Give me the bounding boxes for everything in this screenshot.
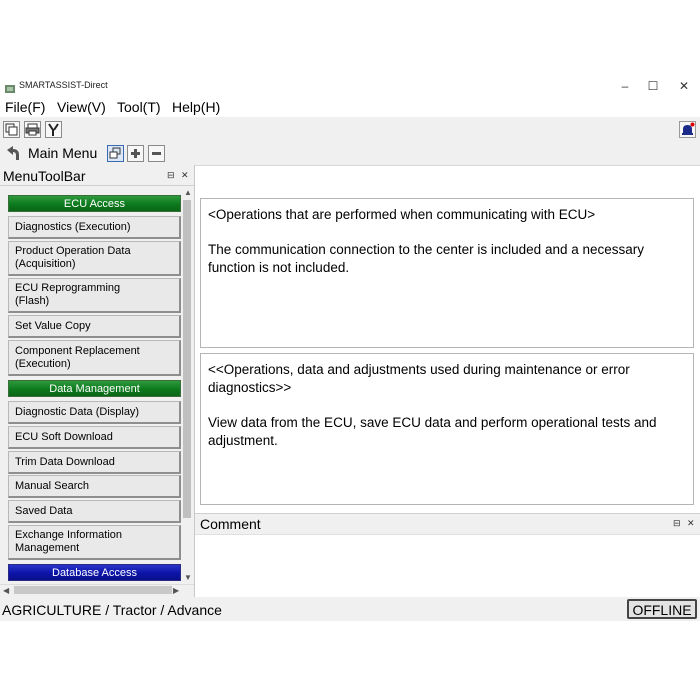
menu-help[interactable]: Help(H) — [172, 99, 220, 115]
description-heading: <Operations that are performed when comm… — [208, 207, 596, 222]
scroll-up-icon[interactable]: ▲ — [184, 188, 192, 197]
panel-title: MenuToolBar — [3, 168, 86, 184]
button-label: Product Operation Data (Acquisition) — [15, 245, 131, 270]
main-menu-label: Main Menu — [28, 145, 98, 161]
button-label: Saved Data — [15, 504, 73, 517]
button-label: Exchange Information Management — [15, 529, 123, 554]
diagnostics-execution-button[interactable]: Diagnostics (Execution) — [8, 216, 181, 239]
vertical-scroll-thumb[interactable] — [183, 200, 191, 518]
float-comment-icon[interactable]: ⊟ — [673, 518, 681, 529]
zoom-out-button[interactable] — [148, 145, 165, 162]
description-heading: <<Operations, data and adjustments used … — [208, 362, 630, 395]
button-label: ECU Reprogramming (Flash) — [15, 282, 121, 307]
offline-status-button[interactable]: OFFLINE — [627, 599, 697, 619]
saved-data-button[interactable]: Saved Data — [8, 500, 181, 523]
component-replacement-button[interactable]: Component Replacement (Execution) — [8, 340, 181, 376]
button-label: Manual Search — [15, 479, 89, 492]
data-management-description: <<Operations, data and adjustments used … — [200, 353, 694, 505]
comment-panel-header — [195, 513, 700, 535]
print-button[interactable] — [24, 121, 41, 138]
button-label: Diagnostics (Execution) — [15, 220, 131, 233]
new-window-icon — [5, 123, 18, 136]
button-label: Component Replacement (Execution) — [15, 344, 140, 370]
print-icon — [25, 123, 40, 136]
machine-path: AGRICULTURE / Tractor / Advance — [2, 602, 222, 618]
close-panel-icon[interactable]: ✕ — [181, 170, 189, 181]
main-menu-toolbar — [0, 141, 700, 166]
section-data-management[interactable]: Data Management — [8, 380, 181, 397]
scroll-right-icon[interactable]: ▶ — [173, 586, 179, 595]
menu-file[interactable]: File(F) — [5, 99, 45, 115]
minus-icon — [152, 152, 161, 155]
horizontal-scroll-thumb[interactable] — [14, 586, 172, 594]
minimize-button[interactable]: – — [610, 78, 640, 94]
menu-tool[interactable]: Tool(T) — [117, 99, 161, 115]
button-label: ECU Soft Download — [15, 430, 113, 443]
ecu-soft-download-button[interactable]: ECU Soft Download — [8, 426, 181, 449]
back-button[interactable] — [3, 144, 21, 162]
exchange-information-button[interactable]: Exchange Information Management — [8, 525, 181, 560]
close-button[interactable]: ✕ — [669, 78, 699, 94]
tools-button[interactable] — [45, 121, 62, 138]
trim-data-download-button[interactable]: Trim Data Download — [8, 451, 181, 474]
wrench-icon — [48, 123, 59, 136]
button-label: Trim Data Download — [15, 455, 115, 468]
maximize-button[interactable]: ☐ — [638, 78, 668, 94]
diagnostic-data-button[interactable]: Diagnostic Data (Display) — [8, 401, 181, 424]
float-panel-icon[interactable]: ⊟ — [167, 170, 175, 181]
section-ecu-access[interactable]: ECU Access — [8, 195, 181, 212]
new-window-button[interactable] — [3, 121, 20, 138]
menu-view[interactable]: View(V) — [57, 99, 106, 115]
set-value-copy-button[interactable]: Set Value Copy — [8, 315, 181, 338]
notification-button[interactable] — [679, 121, 696, 138]
manual-search-button[interactable]: Manual Search — [8, 475, 181, 498]
section-database-access[interactable]: Database Access — [8, 564, 181, 581]
restore-panel-button[interactable] — [107, 145, 124, 162]
button-label: Diagnostic Data (Display) — [15, 405, 140, 418]
bell-icon — [682, 122, 695, 135]
scroll-down-icon[interactable]: ▼ — [184, 573, 192, 582]
button-label: Set Value Copy — [15, 319, 91, 332]
product-operation-data-button[interactable]: Product Operation Data (Acquisition) — [8, 241, 181, 276]
toolbar — [0, 117, 700, 142]
comment-panel-title: Comment — [200, 516, 261, 532]
app-icon — [5, 81, 15, 93]
scroll-left-icon[interactable]: ◀ — [3, 586, 9, 595]
back-arrow-icon — [7, 146, 19, 160]
restore-icon — [109, 147, 121, 159]
plus-icon — [131, 149, 140, 158]
description-body: View data from the ECU, save ECU data an… — [208, 415, 657, 448]
window-title: SMARTASSIST-Direct — [19, 80, 108, 90]
zoom-in-button[interactable] — [127, 145, 144, 162]
ecu-access-description: <Operations that are performed when comm… — [200, 198, 694, 348]
close-comment-icon[interactable]: ✕ — [687, 518, 695, 529]
description-body: The communication connection to the cent… — [208, 242, 645, 275]
ecu-reprogramming-button[interactable]: ECU Reprogramming (Flash) — [8, 278, 181, 313]
